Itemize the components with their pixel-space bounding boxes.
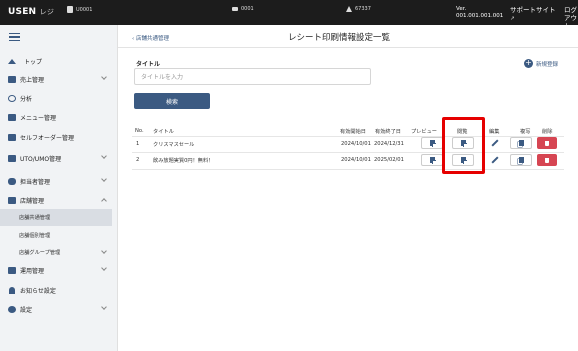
column-header-preview: プレビュー (411, 129, 437, 135)
breadcrumb[interactable]: ‹ 店舗共通管理 (132, 34, 169, 42)
user-icon (346, 6, 352, 12)
sidebar-subitem-store-common[interactable]: 店舗共通管理 (0, 209, 112, 226)
uto-umo-icon (8, 154, 16, 162)
home-icon (8, 58, 16, 64)
row-start-date: 2024/10/01 (341, 141, 371, 147)
column-header-end-date: 有効終了日 (375, 129, 401, 135)
column-header-title: タイトル (153, 129, 174, 135)
column-header-start-date: 有効開始日 (340, 129, 366, 135)
copy-icon (518, 157, 524, 163)
menu-icon[interactable] (9, 33, 20, 41)
divider (132, 152, 564, 153)
sidebar-item-notice[interactable]: お知らせ設定 (0, 281, 118, 299)
app-logo[interactable]: USEN レジ (8, 7, 54, 17)
row-end-date: 2025/02/01 (374, 157, 404, 163)
chevron-down-icon (101, 176, 107, 182)
highlight-box (442, 117, 485, 174)
column-header-no: No. (135, 128, 144, 134)
divider (132, 169, 564, 170)
page-title: レシート印刷情報設定一覧 (288, 33, 391, 43)
delete-button[interactable] (537, 137, 557, 149)
sales-icon (8, 75, 16, 83)
sidebar-item-settings[interactable]: 設定 (0, 300, 118, 318)
title-field-label: タイトル (136, 61, 161, 68)
sidebar-item-staff[interactable]: 担当者管理 (0, 172, 118, 190)
sidebar-item-menu[interactable]: メニュー管理 (0, 108, 118, 126)
preview-button[interactable] (421, 154, 443, 166)
divider (118, 47, 578, 48)
bell-icon (9, 286, 15, 294)
sidebar-subitem-store-individual[interactable]: 店舗個別管理 (0, 227, 112, 244)
copy-button[interactable] (510, 137, 532, 149)
column-header-delete: 削除 (542, 129, 553, 135)
top-bar: USEN レジ U0001 0001 67337 Ver. 001.001.001… (0, 0, 578, 30)
menu-book-icon (8, 113, 16, 121)
edit-button[interactable] (484, 154, 506, 166)
copy-button[interactable] (510, 154, 532, 166)
sidebar-item-analysis[interactable]: 分析 (0, 89, 118, 107)
sidebar-subitem-store-group[interactable]: 店舗グループ管理 (0, 244, 112, 261)
support-link[interactable]: サポートサイト ↗ (510, 6, 556, 23)
new-register-button[interactable]: + 新規登録 (524, 59, 558, 68)
external-link-icon: ↗ (510, 16, 515, 22)
preview-button[interactable] (421, 137, 443, 149)
store-icon (8, 196, 16, 204)
sidebar-item-operation[interactable]: 運用管理 (0, 261, 118, 279)
chevron-up-icon (101, 198, 107, 204)
analysis-icon (8, 94, 16, 102)
row-title: クリスマスセール (153, 142, 195, 148)
search-button[interactable]: 検索 (134, 93, 210, 109)
row-number: 2 (136, 157, 140, 163)
row-end-date: 2024/12/31 (374, 141, 404, 147)
pencil-icon (491, 156, 499, 164)
sidebar-item-top[interactable]: トップ (0, 52, 118, 70)
sidebar-item-sales[interactable]: 売上管理 (0, 70, 118, 88)
row-title: 飲み放題実質0円！無料！ (153, 158, 214, 164)
document-icon (429, 157, 436, 164)
chevron-down-icon (101, 153, 107, 159)
title-search-input[interactable]: タイトルを入力 (134, 68, 371, 85)
chevron-down-icon (101, 265, 107, 271)
trash-icon (545, 140, 549, 146)
plus-icon: + (524, 58, 533, 68)
row-number: 1 (136, 141, 140, 147)
column-header-edit: 編集 (489, 129, 500, 135)
chevron-down-icon (101, 304, 107, 310)
store-id: U0001 (67, 6, 92, 13)
sidebar: トップ 売上管理 分析 メニュー管理 セルフオーダー管理 UTO/UMO管理 担… (0, 25, 118, 351)
chevron-down-icon (101, 74, 107, 80)
gear-icon (8, 305, 16, 313)
column-header-copy: 複写 (520, 129, 531, 135)
sidebar-item-self-order[interactable]: セルフオーダー管理 (0, 128, 118, 146)
operation-icon (8, 266, 16, 274)
row-start-date: 2024/10/01 (341, 157, 371, 163)
sidebar-item-uto-umo[interactable]: UTO/UMO管理 (0, 149, 118, 167)
edit-button[interactable] (484, 137, 506, 149)
terminal-icon (232, 7, 238, 11)
document-icon (429, 140, 436, 147)
self-order-icon (8, 133, 16, 141)
delete-button[interactable] (537, 154, 557, 166)
copy-icon (518, 140, 524, 146)
store-icon (67, 6, 73, 13)
trash-icon (545, 157, 549, 163)
terminal-id: 0001 (232, 6, 254, 12)
chevron-down-icon (101, 248, 107, 254)
staff-icon (8, 177, 16, 185)
version-info: Ver. 001.001.001.001 (456, 6, 504, 19)
main-content: ‹ 店舗共通管理 レシート印刷情報設定一覧 + 新規登録 タイトル タイトルを入… (118, 25, 578, 351)
pencil-icon (491, 139, 499, 147)
sidebar-item-store[interactable]: 店舗管理 (0, 191, 118, 209)
user-id: 67337 (346, 6, 371, 12)
